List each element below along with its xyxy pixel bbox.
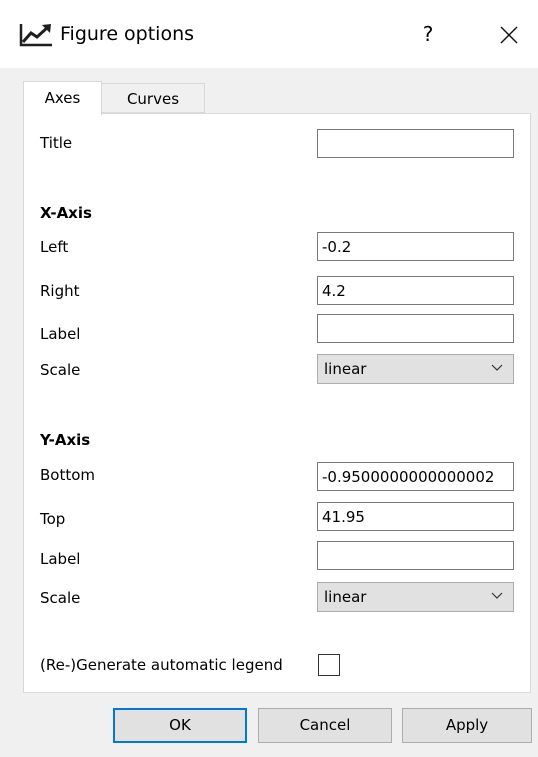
title-field[interactable] [317,129,514,158]
cancel-button[interactable]: Cancel [258,708,392,743]
x-right-field[interactable] [317,276,514,305]
chevron-down-icon [491,592,503,599]
close-button[interactable] [488,16,528,52]
title-bar: Figure options ? [0,0,538,68]
ok-button[interactable]: OK [113,708,247,743]
y-scale-select[interactable]: linear [317,582,514,612]
line-chart-icon [19,24,52,47]
x-axis-heading: X-Axis [40,204,92,222]
title-label: Title [40,134,73,152]
y-bottom-field[interactable] [317,462,514,491]
x-scale-value: linear [324,360,367,378]
tab-axes[interactable]: Axes [23,81,102,115]
window-title: Figure options [60,23,195,45]
y-label-field[interactable] [317,541,514,570]
x-left-label: Left [40,238,69,256]
x-scale-select[interactable]: linear [317,354,514,384]
x-label-field[interactable] [317,314,514,343]
legend-label: (Re-)Generate automatic legend [40,656,283,674]
legend-checkbox[interactable] [318,654,340,676]
tab-curves[interactable]: Curves [102,83,205,113]
chevron-down-icon [491,364,503,371]
y-bottom-label: Bottom [40,466,96,484]
y-scale-label: Scale [40,589,81,607]
x-label-label: Label [40,325,81,343]
apply-button[interactable]: Apply [402,708,532,743]
close-icon [500,26,518,44]
y-axis-heading: Y-Axis [40,431,91,449]
y-label-label: Label [40,550,81,568]
x-left-field[interactable] [317,232,514,261]
x-right-label: Right [40,282,80,300]
y-top-label: Top [40,510,66,528]
y-scale-value: linear [324,588,367,606]
help-button[interactable]: ? [410,16,446,52]
x-scale-label: Scale [40,361,81,379]
y-top-field[interactable] [317,502,514,531]
